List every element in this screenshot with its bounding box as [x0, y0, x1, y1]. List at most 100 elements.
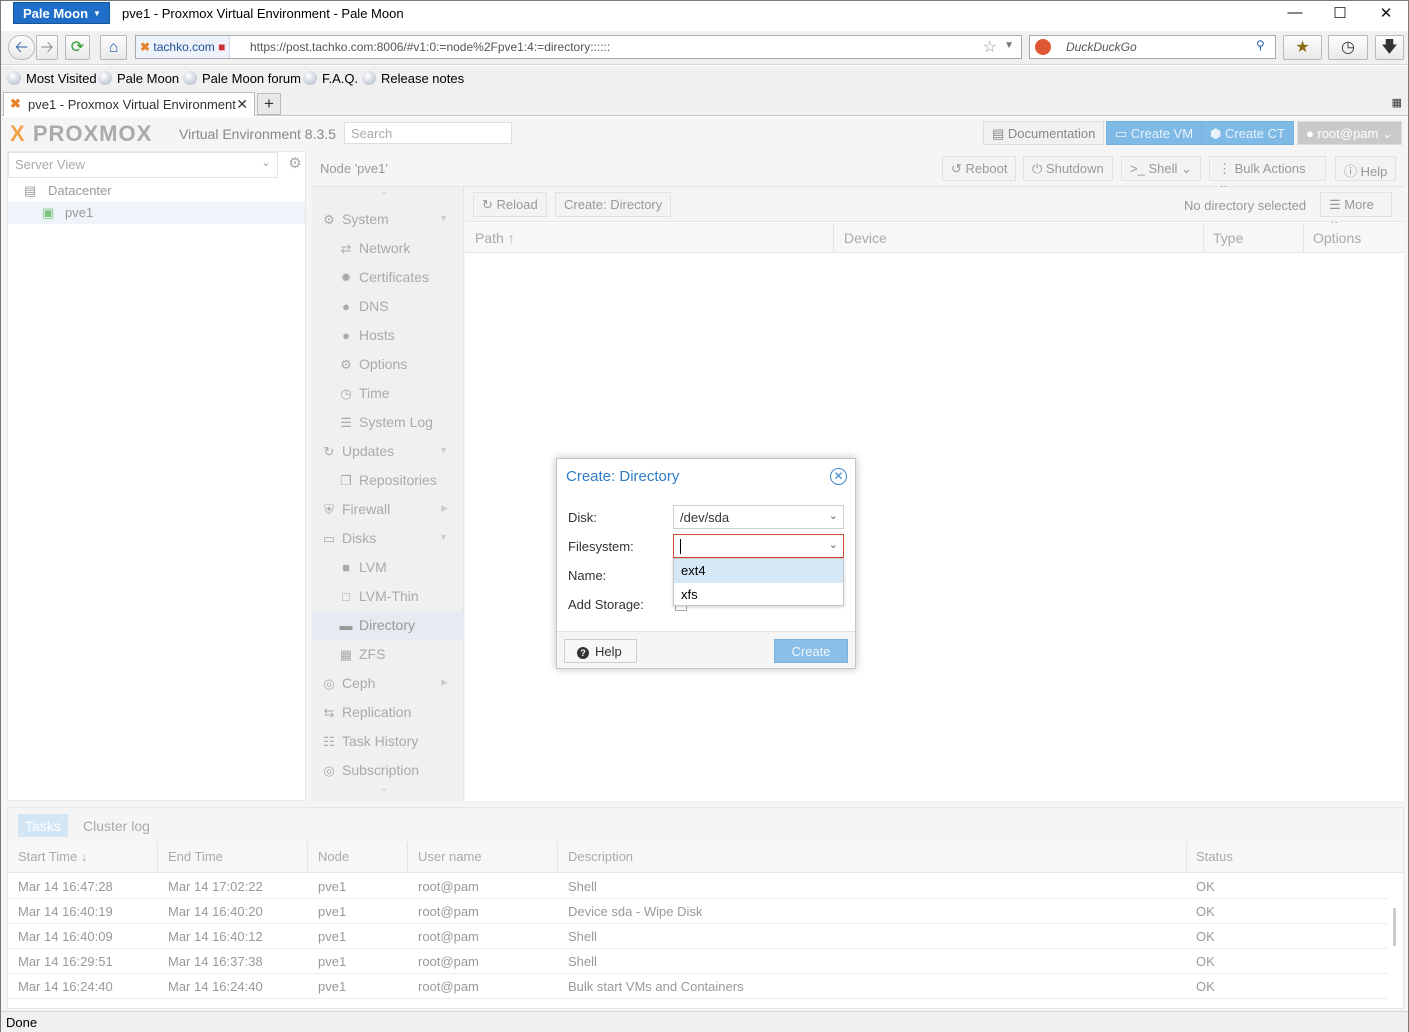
minimize-button[interactable]: —: [1280, 4, 1310, 26]
tab-list-icon[interactable]: ▦: [1392, 96, 1402, 109]
reboot-button[interactable]: ↺ Reboot: [942, 156, 1017, 181]
menu-item-updates[interactable]: ↻ Updates ▼: [312, 437, 464, 466]
column-user-name[interactable]: User name: [418, 849, 482, 864]
disk-select[interactable]: /dev/sda ⌄: [673, 505, 844, 529]
table-row[interactable]: Mar 14 16:24:40 Mar 14 16:24:40 pve1 root@p…: [8, 974, 1388, 999]
column-type[interactable]: Type: [1213, 230, 1243, 246]
search-icon[interactable]: ⚲: [1256, 38, 1265, 52]
column-description[interactable]: Description: [568, 849, 633, 864]
filesystem-select[interactable]: ⌄: [673, 534, 844, 558]
star-bookmark-icon[interactable]: ☆: [983, 37, 997, 57]
menu-item-certificates[interactable]: ✹ Certificates: [312, 263, 464, 292]
tab-tasks[interactable]: Tasks: [18, 814, 68, 837]
scroll-down-icon[interactable]: ⌄: [380, 783, 388, 794]
tasks-scrollbar[interactable]: [1393, 908, 1396, 946]
history-button[interactable]: ◷: [1328, 35, 1368, 60]
home-button[interactable]: ⌂: [100, 35, 127, 60]
menu-item-disks[interactable]: ▭ Disks ▼: [312, 524, 464, 553]
menu-item-zfs[interactable]: ▦ ZFS: [312, 640, 464, 669]
reload-grid-button[interactable]: ↻ Reload: [473, 192, 547, 217]
back-button[interactable]: 🡠: [8, 35, 35, 60]
column-status[interactable]: Status: [1196, 849, 1233, 864]
gear-icon[interactable]: ⚙: [284, 154, 306, 176]
bookmarks-button[interactable]: ★: [1283, 35, 1322, 60]
menu-item-hosts[interactable]: ● Hosts: [312, 321, 464, 350]
table-row[interactable]: Mar 14 16:29:51 Mar 14 16:37:38 pve1 root@p…: [8, 949, 1388, 974]
bookmark-most-visited[interactable]: Most Visited: [7, 71, 97, 86]
maximize-button[interactable]: ☐: [1325, 4, 1355, 26]
tab-pve1[interactable]: ✖ pve1 - Proxmox Virtual Environment ✕: [3, 92, 255, 116]
create-button[interactable]: Create: [774, 639, 848, 663]
node-help-button[interactable]: ⓘ Help: [1335, 156, 1397, 181]
menu-item-system[interactable]: ⚙ System ▼: [312, 205, 464, 234]
bookmark-pale-moon[interactable]: Pale Moon: [98, 71, 179, 86]
tree-item-datacenter[interactable]: ▤ Datacenter: [8, 180, 305, 202]
tree-item-pve1[interactable]: ▣ pve1: [8, 202, 305, 224]
user-menu-button[interactable]: ● root@pam ⌄: [1297, 121, 1402, 145]
close-dialog-icon[interactable]: ✕: [830, 468, 847, 485]
url-text[interactable]: https://post.tachko.com:8006/#v1:0:=node…: [250, 40, 610, 54]
close-window-button[interactable]: ✕: [1371, 4, 1401, 26]
more-button[interactable]: ☰ More ⌄: [1320, 192, 1392, 228]
duckduckgo-icon: [1035, 39, 1051, 55]
bookmark-label: Pale Moon forum: [202, 71, 301, 86]
site-identity[interactable]: ✖ tachko.com ■: [136, 36, 231, 58]
chevron-right-icon[interactable]: ▶: [441, 503, 448, 514]
create-directory-button[interactable]: Create: Directory: [555, 192, 672, 217]
documentation-button[interactable]: ▤ Documentation: [983, 121, 1105, 145]
column-options[interactable]: Options: [1313, 230, 1361, 246]
menu-item-system-log[interactable]: ☰ System Log: [312, 408, 464, 437]
scroll-up-icon[interactable]: ⌃: [380, 191, 388, 202]
menu-item-network[interactable]: ⇄ Network: [312, 234, 464, 263]
shell-button[interactable]: >_ Shell ⌄: [1121, 156, 1201, 181]
option-xfs[interactable]: xfs: [674, 583, 843, 607]
bookmark-forum[interactable]: Pale Moon forum: [183, 71, 301, 86]
chevron-down-icon[interactable]: ▼: [439, 532, 448, 542]
menu-item-time[interactable]: ◷ Time: [312, 379, 464, 408]
close-tab-icon[interactable]: ✕: [236, 96, 248, 113]
bookmark-faq[interactable]: F.A.Q.: [303, 71, 358, 86]
new-tab-button[interactable]: +: [257, 93, 281, 115]
menu-item-subscription[interactable]: ◎ Subscription: [312, 756, 464, 785]
menu-item-lvm-thin[interactable]: □ LVM-Thin: [312, 582, 464, 611]
table-row[interactable]: Mar 14 16:40:19 Mar 14 16:40:20 pve1 root@p…: [8, 899, 1388, 924]
menu-item-repositories[interactable]: ❐ Repositories: [312, 466, 464, 495]
bookmark-release-notes[interactable]: Release notes: [362, 71, 464, 86]
table-row[interactable]: Mar 14 16:47:28 Mar 14 17:02:22 pve1 root@p…: [8, 874, 1388, 899]
menu-item-task-history[interactable]: ☷ Task History: [312, 727, 464, 756]
url-bar[interactable]: ✖ tachko.com ■ https://post.tachko.com:8…: [135, 35, 1022, 59]
create-vm-button[interactable]: ▭ Create VM: [1106, 121, 1203, 145]
downloads-button[interactable]: 🡇: [1375, 35, 1404, 60]
bulk-actions-button[interactable]: ⋮ Bulk Actions ⌄: [1209, 156, 1326, 192]
chevron-right-icon[interactable]: ▶: [441, 677, 448, 688]
tab-cluster-log[interactable]: Cluster log: [76, 814, 157, 837]
chevron-down-icon[interactable]: ▼: [439, 213, 448, 223]
column-start-time[interactable]: Start Time ↓: [18, 849, 87, 864]
menu-item-directory[interactable]: ▬ Directory: [312, 611, 464, 640]
menu-item-ceph[interactable]: ◎ Ceph ▶: [312, 669, 464, 698]
table-row[interactable]: Mar 14 16:40:09 Mar 14 16:40:12 pve1 root@p…: [8, 924, 1388, 949]
create-ct-button[interactable]: ⬢ Create CT: [1201, 121, 1294, 145]
chevron-down-icon[interactable]: ▼: [1004, 40, 1014, 51]
view-selector[interactable]: Server View ⌄: [8, 152, 278, 178]
chevron-down-icon[interactable]: ▼: [439, 445, 448, 455]
shutdown-button[interactable]: ⏻ Shutdown: [1023, 156, 1113, 181]
option-ext4[interactable]: ext4: [674, 559, 843, 583]
reload-button[interactable]: ⟳: [65, 35, 90, 60]
bars-icon: ☰: [1329, 197, 1341, 212]
app-menu-button[interactable]: Pale Moon ▼: [13, 2, 110, 24]
menu-item-dns[interactable]: ● DNS: [312, 292, 464, 321]
menu-item-firewall[interactable]: ⛨ Firewall ▶: [312, 495, 464, 524]
search-bar[interactable]: DuckDuckGo ⚲: [1029, 35, 1276, 59]
menu-item-replication[interactable]: ⇆ Replication: [312, 698, 464, 727]
column-end-time[interactable]: End Time: [168, 849, 223, 864]
column-node[interactable]: Node: [318, 849, 349, 864]
column-device[interactable]: Device: [844, 230, 887, 246]
menu-item-options[interactable]: ⚙ Options: [312, 350, 464, 379]
dialog-help-button[interactable]: ? Help: [564, 639, 637, 663]
column-path[interactable]: Path ↑: [475, 230, 515, 246]
globe-icon: ●: [342, 328, 350, 343]
menu-item-lvm[interactable]: ■ LVM: [312, 553, 464, 582]
forward-button[interactable]: 🡢: [36, 35, 58, 60]
search-input[interactable]: Search: [344, 122, 512, 144]
